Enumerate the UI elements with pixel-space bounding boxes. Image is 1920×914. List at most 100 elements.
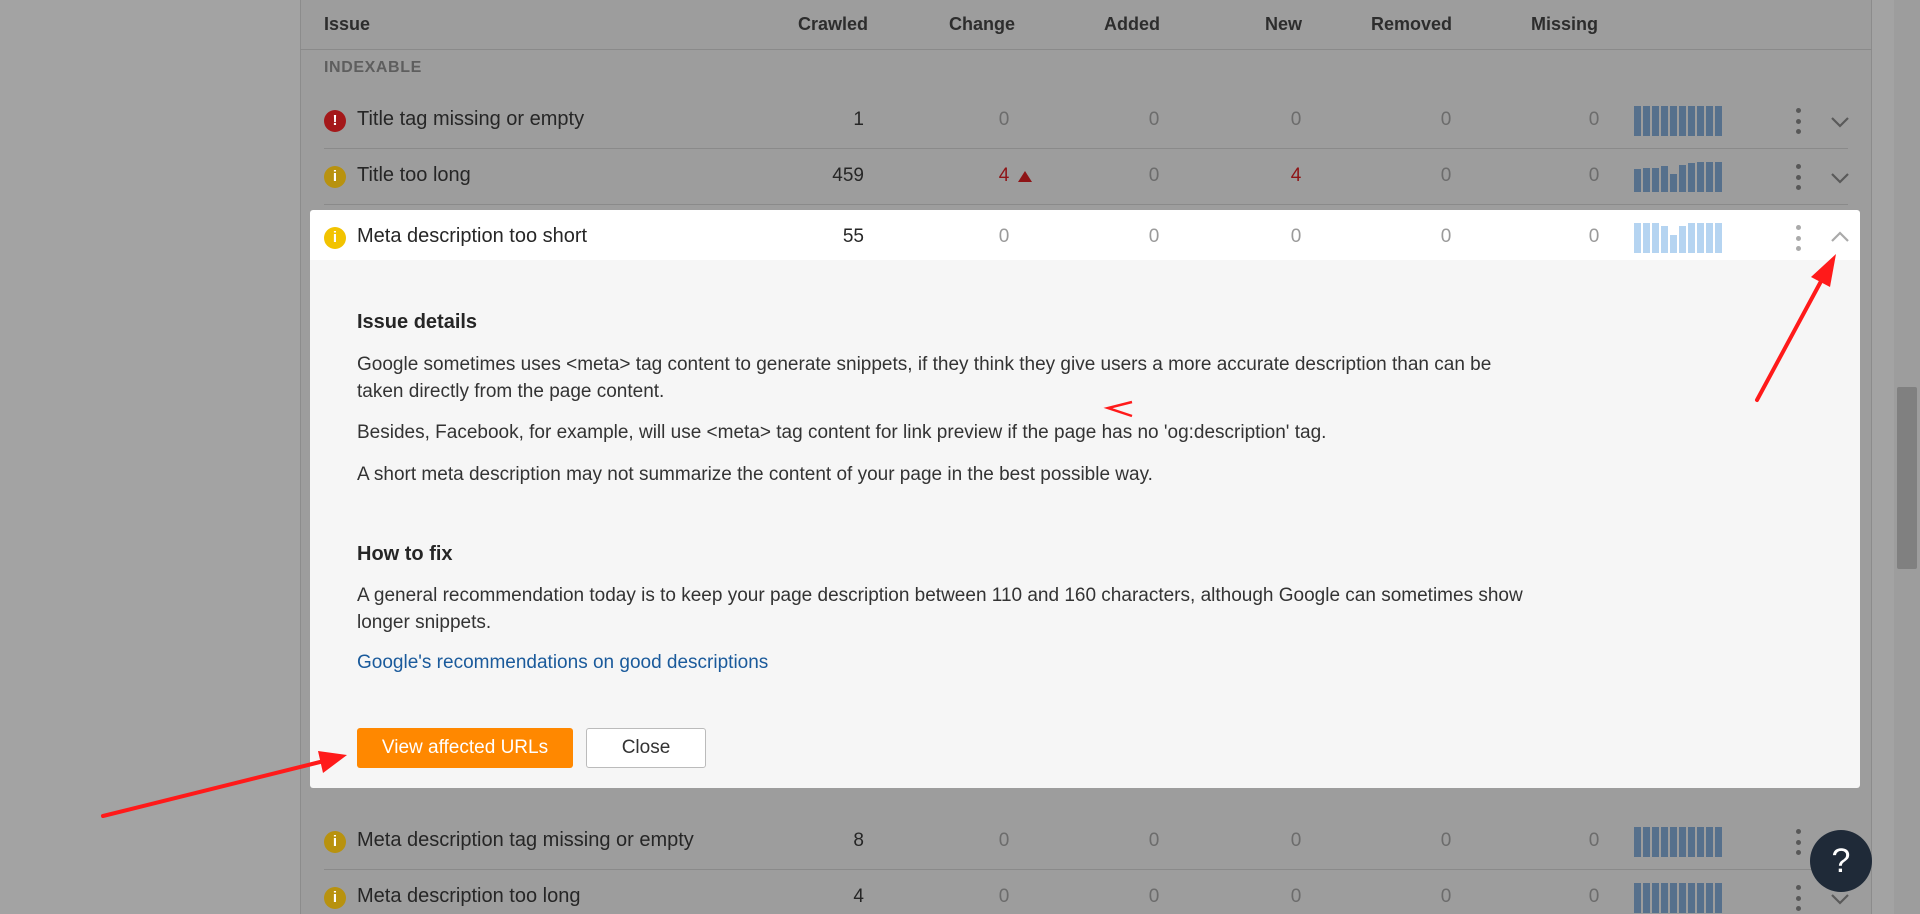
table-row[interactable]: i Meta description too long 4 0 0 0 0 0 (324, 870, 1849, 914)
sparkline-bar (1670, 827, 1677, 857)
more-options-icon[interactable] (1795, 164, 1801, 190)
sparkline-bar (1643, 106, 1650, 136)
sparkline-bar (1697, 223, 1704, 253)
sparkline-bar (1697, 106, 1704, 136)
cell-missing: 0 (1588, 830, 1600, 851)
cell-new: 4 (1290, 165, 1302, 186)
sparkline-bar (1643, 827, 1650, 857)
issue-name[interactable]: Title tag missing or empty (357, 108, 584, 131)
issue-name[interactable]: Meta description too short (357, 225, 587, 248)
column-header-added[interactable]: Added (1104, 14, 1160, 35)
column-header-new[interactable]: New (1265, 14, 1302, 35)
group-label-indexable: INDEXABLE (324, 59, 422, 76)
sparkline-bar (1688, 223, 1695, 253)
sparkline-bar (1679, 226, 1686, 253)
column-header-missing[interactable]: Missing (1531, 14, 1598, 35)
sparkline-bar (1634, 883, 1641, 913)
sparkline-bar (1697, 162, 1704, 192)
help-button[interactable]: ? (1810, 830, 1872, 892)
sparkline-bar (1697, 883, 1704, 913)
sparkline-bar (1652, 827, 1659, 857)
column-header-crawled[interactable]: Crawled (798, 14, 868, 35)
trend-sparkline[interactable] (1634, 883, 1724, 913)
google-recommendations-link[interactable]: Google's recommendations on good descrip… (357, 652, 768, 674)
column-header-issue[interactable]: Issue (324, 14, 370, 35)
sparkline-bar (1634, 223, 1641, 253)
cell-missing: 0 (1588, 109, 1600, 130)
sparkline-bar (1643, 168, 1650, 192)
sparkline-bar (1634, 106, 1641, 136)
sparkline-bar (1643, 223, 1650, 253)
sparkline-bar (1706, 223, 1713, 253)
trend-sparkline[interactable] (1634, 223, 1724, 253)
sparkline-bar (1679, 165, 1686, 192)
trend-sparkline[interactable] (1634, 106, 1724, 136)
sparkline-bar (1679, 106, 1686, 136)
sparkline-bar (1634, 827, 1641, 857)
sparkline-bar (1670, 883, 1677, 913)
table-row[interactable]: i Meta description tag missing or empty 8 0… (324, 814, 1849, 870)
sparkline-bar (1715, 162, 1722, 192)
cell-change: 0 (998, 886, 1010, 907)
chevron-down-icon[interactable] (1829, 110, 1851, 132)
trend-sparkline[interactable] (1634, 162, 1724, 192)
cell-new: 0 (1290, 830, 1302, 851)
column-header-change[interactable]: Change (949, 14, 1015, 35)
cell-missing: 0 (1588, 226, 1600, 247)
sparkline-bar (1715, 883, 1722, 913)
cell-crawled: 4 (853, 886, 864, 907)
issue-details-panel: Issue details Google sometimes uses <met… (310, 260, 1860, 788)
cell-crawled: 1 (853, 109, 864, 130)
sparkline-bar (1706, 162, 1713, 192)
info-icon: i (324, 887, 346, 909)
cell-change: 0 (998, 830, 1010, 851)
sparkline-bar (1652, 223, 1659, 253)
info-icon: i (324, 831, 346, 853)
table-row[interactable]: i Title too long 459 4 0 4 0 0 (324, 149, 1851, 205)
how-to-fix-paragraph: A general recommendation today is to kee… (357, 585, 1523, 633)
cell-removed: 0 (1440, 830, 1452, 851)
issue-name[interactable]: Meta description too long (357, 885, 580, 908)
sparkline-bar (1706, 106, 1713, 136)
cell-missing: 0 (1588, 886, 1600, 907)
column-header-removed[interactable]: Removed (1371, 14, 1452, 35)
sparkline-bar (1643, 883, 1650, 913)
cell-change: 0 (998, 226, 1010, 247)
sparkline-bar (1661, 226, 1668, 253)
chevron-down-icon[interactable] (1829, 166, 1851, 188)
scrollbar[interactable] (1894, 0, 1920, 914)
sparkline-bar (1715, 106, 1722, 136)
cell-new: 0 (1290, 226, 1302, 247)
change-up-icon (1018, 171, 1032, 182)
cell-new: 0 (1290, 886, 1302, 907)
sparkline-bar (1688, 106, 1695, 136)
chevron-up-icon[interactable] (1829, 227, 1851, 249)
sparkline-bar (1688, 163, 1695, 192)
sparkline-bar (1652, 883, 1659, 913)
issue-details-paragraph-3: A short meta description may not summari… (357, 464, 1153, 485)
more-options-icon[interactable] (1795, 829, 1801, 855)
more-options-icon[interactable] (1795, 885, 1801, 911)
trend-sparkline[interactable] (1634, 827, 1724, 857)
issue-name[interactable]: Title too long (357, 164, 471, 187)
sparkline-bar (1688, 827, 1695, 857)
cell-crawled: 55 (842, 226, 864, 247)
sparkline-bar (1670, 235, 1677, 253)
sparkline-bar (1706, 827, 1713, 857)
cell-crawled: 8 (853, 830, 864, 851)
sparkline-bar (1652, 106, 1659, 136)
more-options-icon[interactable] (1795, 108, 1801, 134)
issue-name[interactable]: Meta description tag missing or empty (357, 829, 694, 852)
sparkline-bar (1670, 174, 1677, 192)
more-options-icon[interactable] (1795, 225, 1801, 251)
view-affected-urls-button[interactable]: View affected URLs (357, 728, 573, 768)
sparkline-bar (1661, 166, 1668, 192)
table-row[interactable]: i Meta description too short 55 0 0 0 0 0 (310, 210, 1860, 266)
exclamation-icon: ! (324, 110, 346, 132)
scrollbar-thumb[interactable] (1897, 387, 1917, 569)
issue-details-heading: Issue details (357, 311, 478, 333)
table-row[interactable]: ! Title tag missing or empty 1 0 0 0 0 0 (324, 93, 1851, 149)
cell-missing: 0 (1588, 165, 1600, 186)
sparkline-bar (1652, 168, 1659, 192)
close-button[interactable]: Close (586, 728, 706, 768)
